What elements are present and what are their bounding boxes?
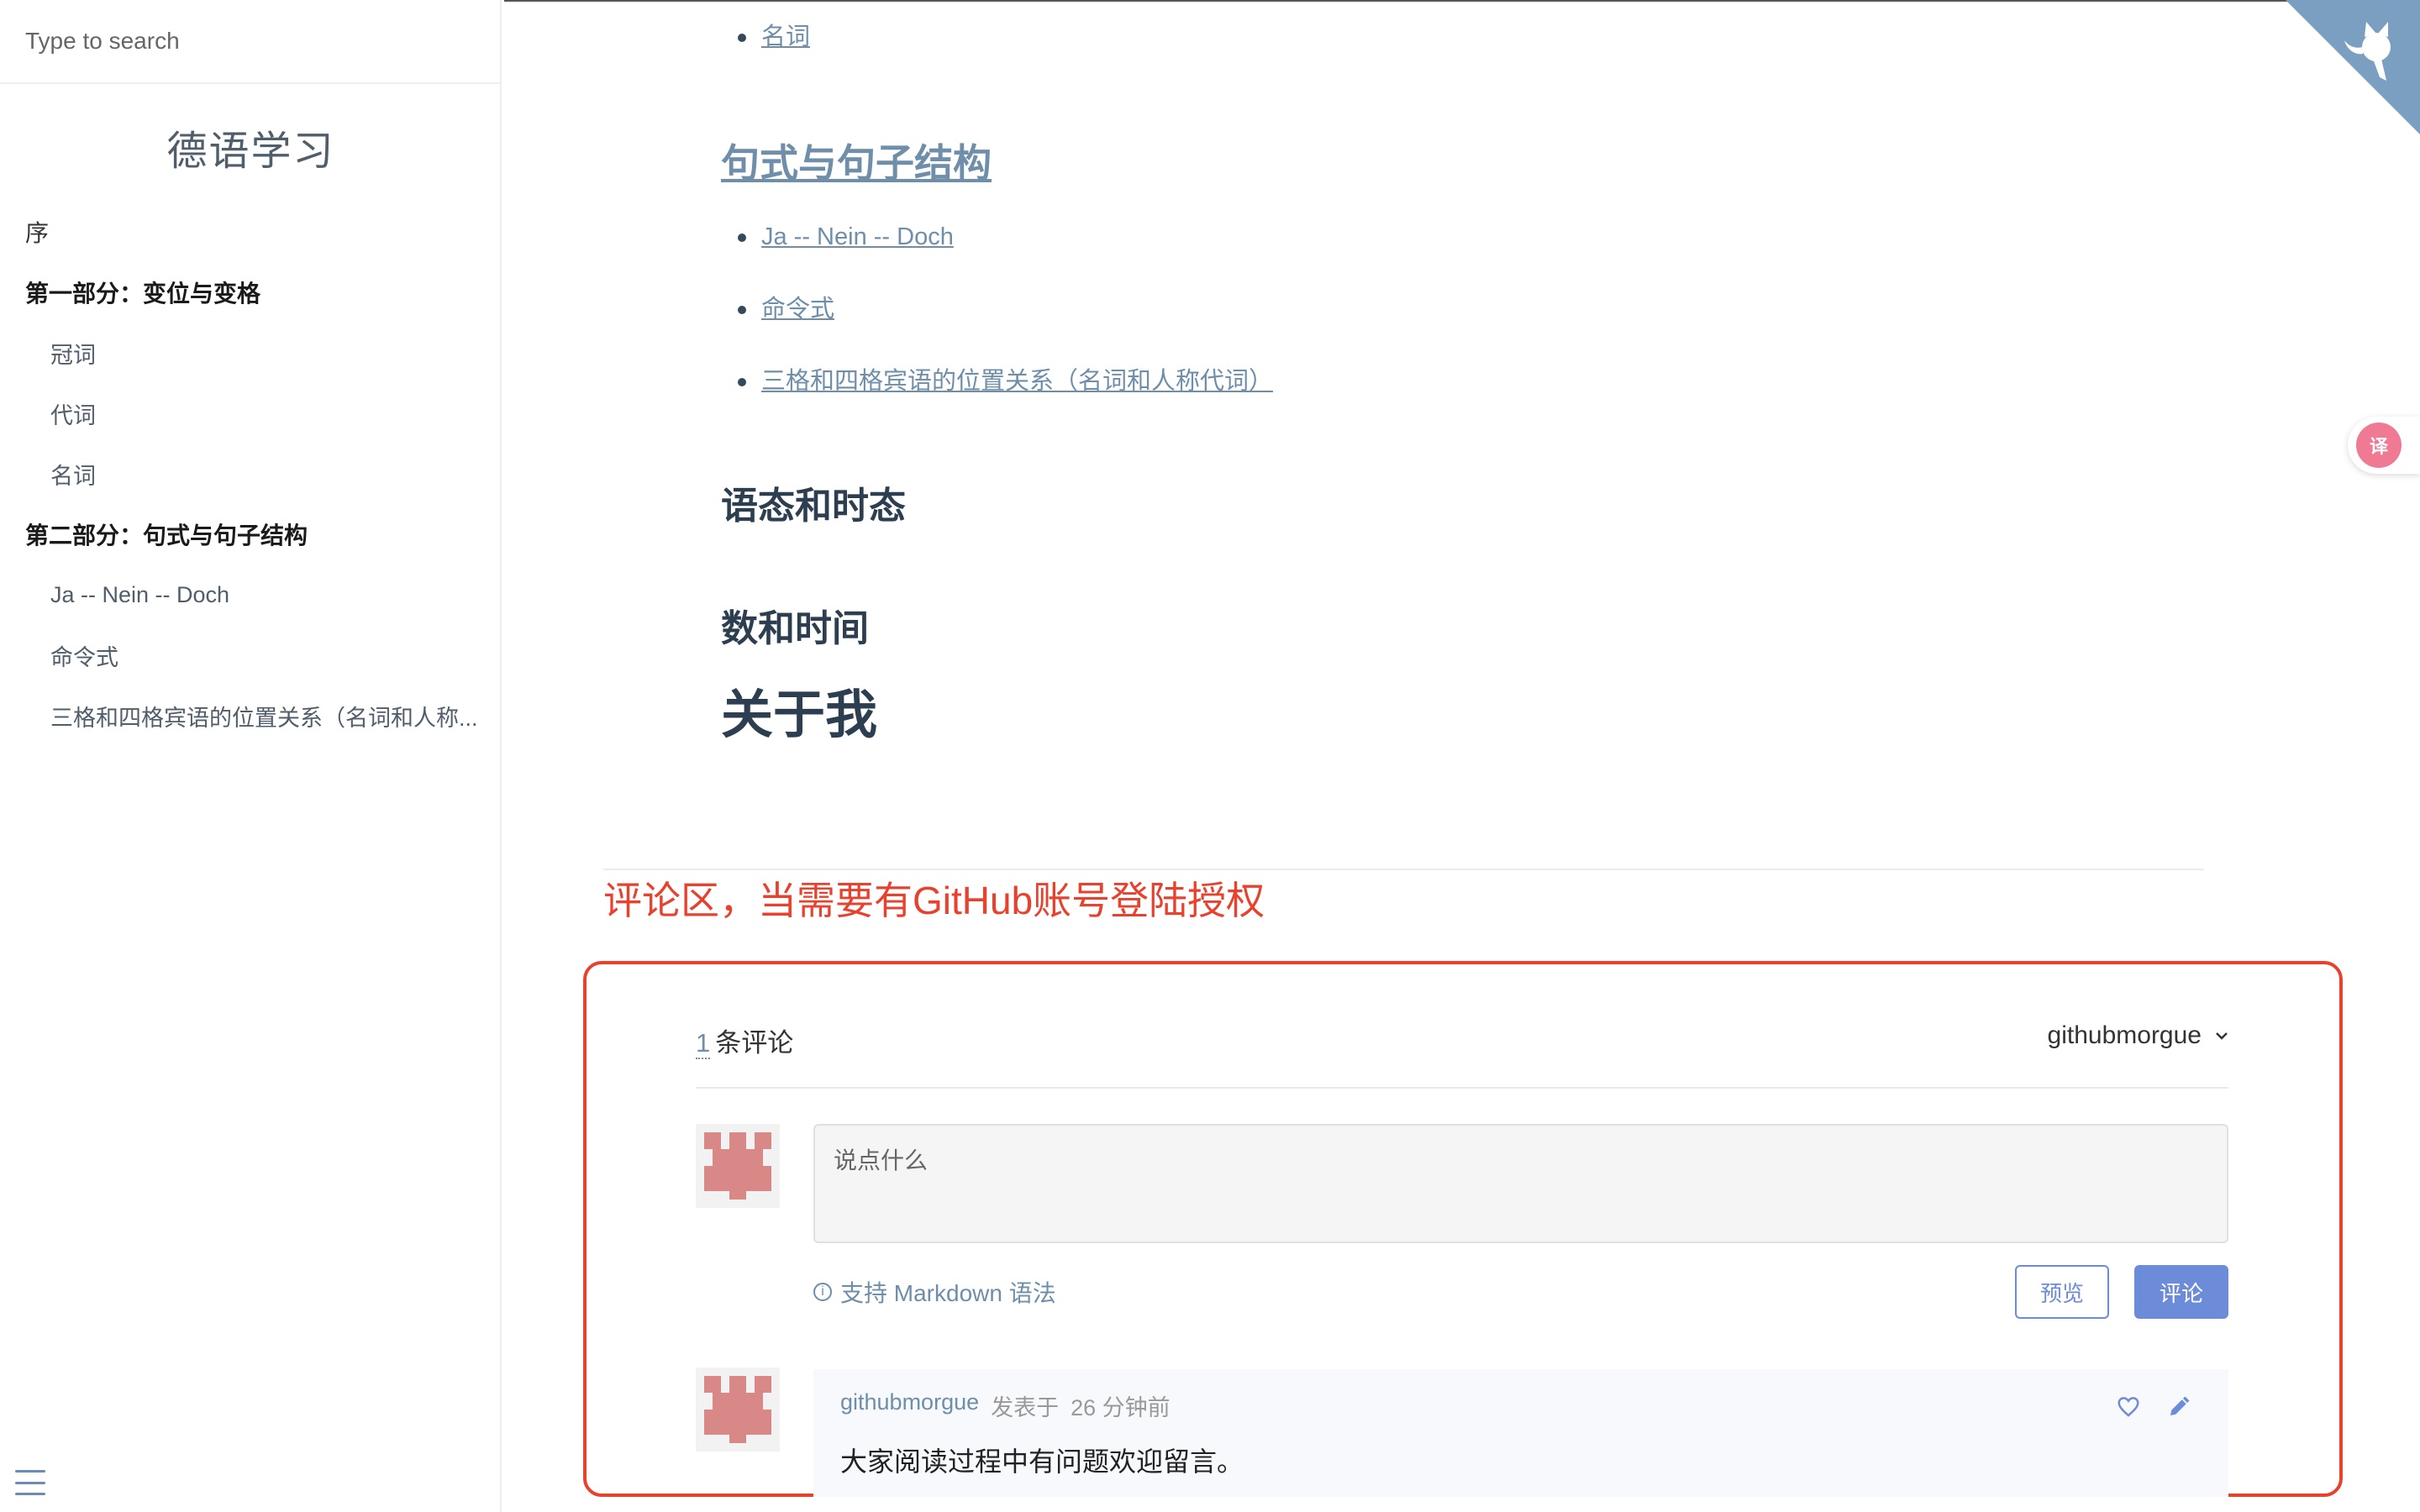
sidebar-item-ja-nein-doch[interactable]: Ja -- Nein -- Doch: [0, 564, 502, 625]
link-nouns[interactable]: 名词: [761, 24, 810, 50]
chevron-down-icon: [2216, 1032, 2228, 1040]
app-name[interactable]: 德语学习: [0, 118, 502, 176]
comment-meta: githubmorgue 发表于 26 分钟前: [840, 1389, 2202, 1422]
sidebar-item-label: 序: [25, 220, 50, 246]
comment-author[interactable]: githubmorgue: [840, 1389, 979, 1422]
markdown-tip-label: 支持 Markdown 语法: [840, 1280, 1056, 1306]
comment-posted-label: 发表于: [991, 1395, 1060, 1420]
markdown-tip[interactable]: i 支持 Markdown 语法: [813, 1275, 1056, 1309]
comment-count: 1 条评论: [696, 1021, 793, 1059]
sidebar-item-label: Ja -- Nein -- Doch: [50, 581, 230, 607]
comment-count-label: 条评论: [715, 1028, 794, 1058]
user-menu[interactable]: githubmorgue: [2048, 1021, 2230, 1050]
heart-icon[interactable]: [2116, 1394, 2141, 1420]
sidebar-item-label: 冠词: [50, 342, 96, 368]
sidebar-item-label: 第一部分：变位与变格: [25, 281, 261, 307]
heading-voice-tense: 语态和时态: [721, 486, 906, 527]
sidebar-item-pronouns[interactable]: 代词: [0, 383, 502, 444]
heading-numbers-time: 数和时间: [721, 608, 869, 649]
link-imperative[interactable]: 命令式: [761, 296, 834, 323]
sidebar-item-label: 命令式: [50, 644, 118, 670]
section-heading-link[interactable]: 句式与句子结构: [721, 133, 992, 188]
list-item: 名词: [738, 18, 810, 91]
heading-about-me: 关于我: [721, 686, 878, 744]
github-corner[interactable]: [2286, 0, 2420, 134]
search-bar: [0, 0, 500, 84]
menu-icon[interactable]: [15, 1470, 45, 1495]
main-content: 名词 句式与句子结构 Ja -- Nein -- Doch 命令式 三格和四格宾…: [504, 0, 2420, 1512]
sidebar-item-preface[interactable]: 序: [0, 202, 502, 262]
sidebar-item-label: 代词: [50, 402, 96, 428]
avatar[interactable]: [696, 1124, 780, 1208]
sidebar-section-part-two[interactable]: 第二部分：句式与句子结构: [0, 504, 502, 564]
comment-header-divider: [696, 1087, 2228, 1089]
comment-item: githubmorgue 发表于 26 分钟前 大家阅读过程中有问题欢迎留言。: [813, 1369, 2228, 1497]
sidebar-item-label: 第二部分：句式与句子结构: [25, 522, 308, 549]
link-object-order[interactable]: 三格和四格宾语的位置关系（名词和人称代词）: [761, 368, 1273, 395]
comment-actions: [2116, 1394, 2191, 1420]
edit-icon[interactable]: [2166, 1394, 2191, 1420]
github-cat-icon: [2286, 0, 2420, 134]
search-input[interactable]: [24, 27, 476, 55]
comment-time: 26 分钟前: [1071, 1395, 1171, 1420]
comment-count-number[interactable]: 1: [696, 1028, 711, 1059]
comment-body: 大家阅读过程中有问题欢迎留言。: [840, 1446, 1244, 1477]
list-item: 命令式: [738, 291, 1273, 363]
sidebar: 德语学习 序 第一部分：变位与变格 冠词 代词 名词 第二部分：句式与句子结构 …: [0, 0, 502, 1512]
annotation-text: 评论区，当需要有GitHub账号登陆授权: [603, 879, 1265, 922]
identicon-icon: [696, 1368, 780, 1452]
sidebar-nav: 序 第一部分：变位与变格 冠词 代词 名词 第二部分：句式与句子结构 Ja --…: [0, 202, 502, 746]
translate-icon: 译: [2356, 423, 2402, 468]
preview-button[interactable]: 预览: [2015, 1265, 2109, 1319]
list-item: Ja -- Nein -- Doch: [738, 218, 1273, 291]
top-list: 名词: [738, 18, 810, 91]
identicon-icon: [696, 1124, 780, 1208]
info-icon: i: [813, 1283, 832, 1301]
link-ja-nein-doch[interactable]: Ja -- Nein -- Doch: [761, 223, 954, 250]
sidebar-item-articles[interactable]: 冠词: [0, 323, 502, 383]
sidebar-section-part-one[interactable]: 第一部分：变位与变格: [0, 262, 502, 323]
sidebar-item-imperative[interactable]: 命令式: [0, 625, 502, 685]
sidebar-item-object-order[interactable]: 三格和四格宾语的位置关系（名词和人称...: [0, 685, 502, 746]
sidebar-item-nouns[interactable]: 名词: [0, 444, 502, 504]
submit-comment-button[interactable]: 评论: [2134, 1265, 2228, 1319]
current-user: githubmorgue: [2047, 1021, 2202, 1049]
sidebar-item-label: 名词: [50, 463, 96, 489]
section-list: Ja -- Nein -- Doch 命令式 三格和四格宾语的位置关系（名词和人…: [738, 218, 1273, 435]
sidebar-item-label: 三格和四格宾语的位置关系（名词和人称...: [50, 705, 478, 731]
list-item: 三格和四格宾语的位置关系（名词和人称代词）: [738, 363, 1273, 435]
comment-avatar[interactable]: [696, 1368, 780, 1452]
translate-button[interactable]: 译: [2348, 417, 2420, 474]
comment-input[interactable]: [813, 1124, 2228, 1243]
